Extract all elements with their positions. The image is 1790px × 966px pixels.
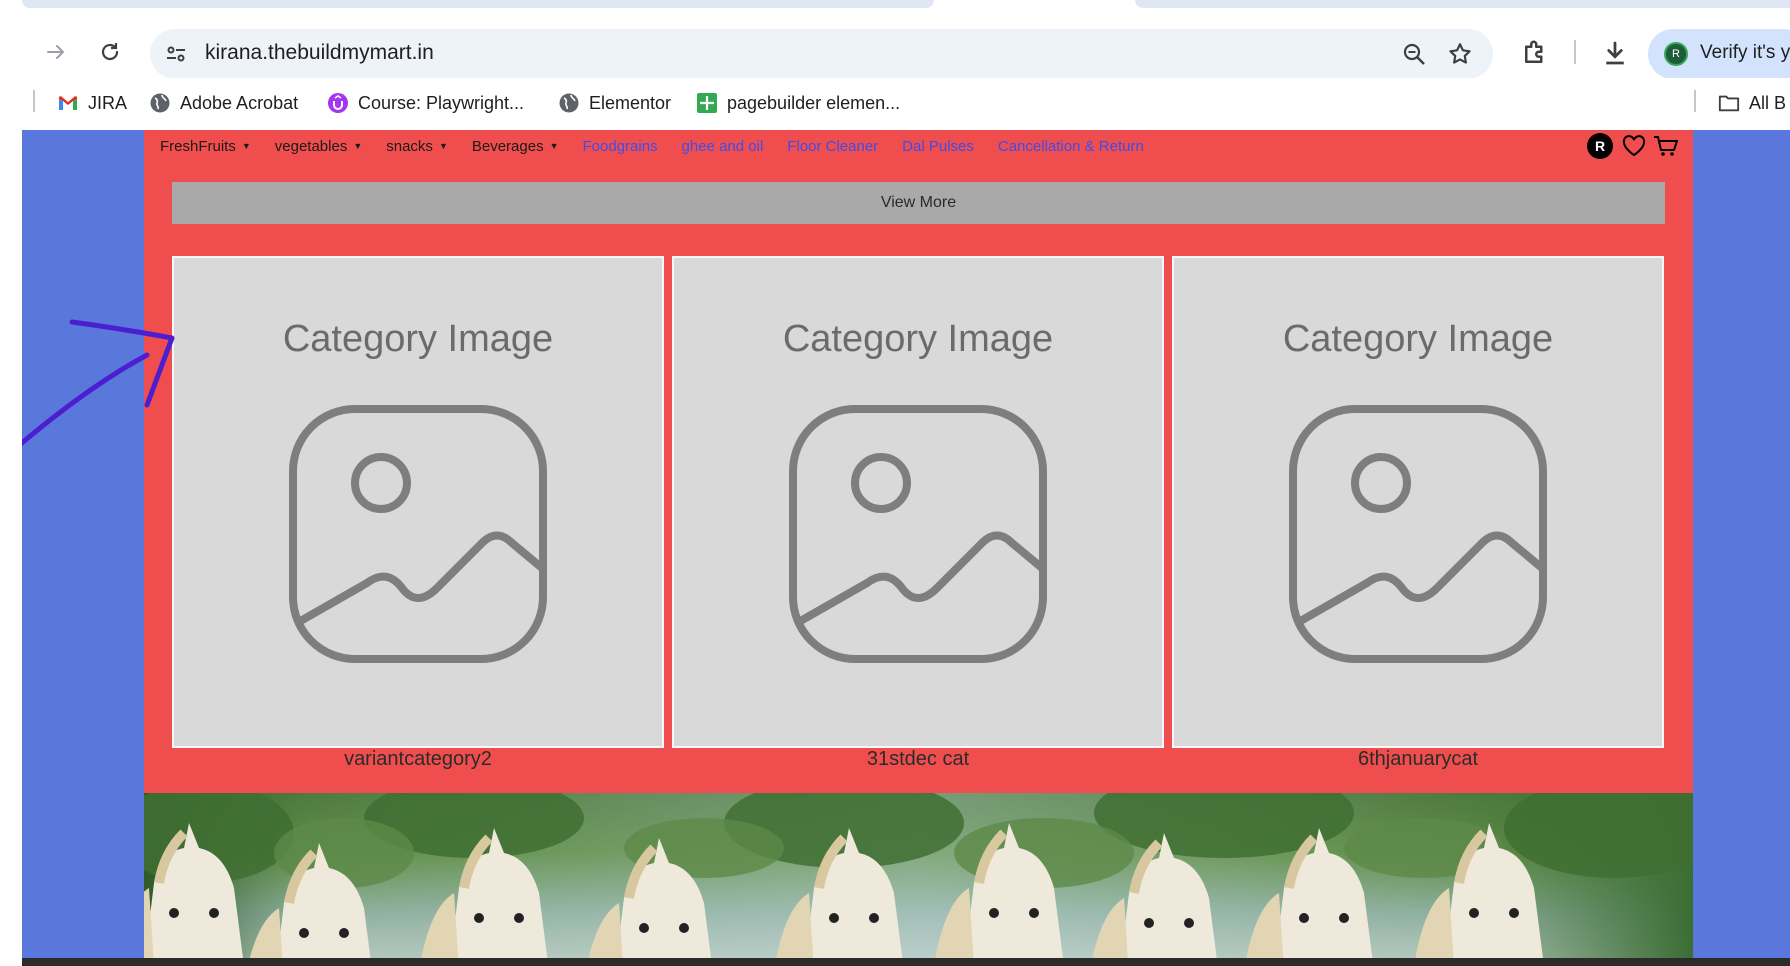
folder-icon [1718, 92, 1740, 114]
image-placeholder-icon [289, 405, 547, 663]
category-image-placeholder[interactable]: Category Image [172, 256, 664, 748]
header-icons: R [1587, 132, 1685, 160]
bookmark-label: JIRA [88, 92, 128, 113]
bookmark-jira[interactable]: JIRA [57, 88, 127, 118]
wishlist-heart-icon[interactable] [1621, 133, 1647, 159]
tab-strip [0, 0, 1790, 10]
category-name[interactable]: 31stdec cat [672, 748, 1164, 771]
category-name[interactable]: 6thjanuarycat [1172, 748, 1664, 771]
forward-icon[interactable] [42, 38, 70, 66]
placeholder-title: Category Image [1282, 318, 1554, 360]
address-bar[interactable]: kirana.thebuildmymart.in [150, 29, 1493, 79]
gmail-icon [57, 92, 79, 114]
menu-item-ghee-and-oil[interactable]: ghee and oil [682, 138, 764, 155]
placeholder-title: Category Image [282, 318, 554, 360]
bookmark-adobe-acrobat[interactable]: Adobe Acrobat [149, 88, 298, 118]
horses-illustration [144, 793, 1693, 966]
verify-label: Verify it's yo [1700, 42, 1790, 63]
category-image-placeholder[interactable]: Category Image [1172, 256, 1664, 748]
url-text[interactable]: kirana.thebuildmymart.in [205, 41, 434, 65]
placeholder-title: Category Image [782, 318, 1054, 360]
udemy-icon [327, 92, 349, 114]
menu-item-dal-pulses[interactable]: Dal Pulses [902, 138, 974, 155]
site-container: FreshFruits ▼ vegetables ▼ snacks ▼ Beverag… [144, 130, 1693, 966]
annotation-arrow [22, 319, 175, 447]
profile-avatar: R [1664, 42, 1688, 66]
view-more-button[interactable]: View More [172, 182, 1665, 224]
cart-icon[interactable] [1653, 133, 1679, 159]
page-bottom-bar [22, 958, 1790, 966]
site-info-icon[interactable] [164, 42, 188, 66]
bookmarks-divider [1694, 90, 1696, 112]
globe-icon [149, 92, 171, 114]
menu-item-label: snacks [386, 137, 433, 155]
bookmark-label: Course: Playwright... [358, 92, 525, 113]
category-image-placeholder[interactable]: Category Image [672, 256, 1164, 748]
caret-down-icon: ▼ [549, 141, 559, 151]
bookmark-label: Elementor [589, 92, 672, 113]
bookmark-star-icon[interactable] [1447, 41, 1473, 67]
extensions-icon[interactable] [1520, 38, 1550, 68]
menu-item-cancellation-return[interactable]: Cancellation & Return [998, 138, 1144, 155]
image-placeholder-icon [1289, 405, 1547, 663]
category-card[interactable]: Category Image 6thjanuarycat [1172, 256, 1664, 776]
profile-verify-button[interactable]: R Verify it's yo [1648, 29, 1790, 79]
user-avatar[interactable]: R [1587, 133, 1613, 159]
category-section: FreshFruits ▼ vegetables ▼ snacks ▼ Beverag… [144, 130, 1693, 793]
menu-item-label: FreshFruits [160, 137, 236, 155]
category-card[interactable]: Category Image 31stdec cat [672, 256, 1164, 776]
download-icon[interactable] [1600, 38, 1630, 68]
bookmark-pagebuilder[interactable]: pagebuilder elemen... [696, 88, 900, 118]
all-bookmarks-label: All B [1749, 92, 1787, 113]
menu-item-vegetables[interactable]: vegetables ▼ [275, 138, 362, 155]
browser-toolbar: kirana.thebuildmymart.in R Verify it's y… [0, 10, 1790, 79]
all-bookmarks-button[interactable]: All B [1718, 88, 1786, 118]
menu-item-label: Beverages [471, 137, 544, 155]
inactive-tab-right[interactable] [1135, 0, 1790, 8]
category-name[interactable]: variantcategory2 [172, 748, 664, 771]
toolbar-divider [1574, 40, 1576, 64]
caret-down-icon: ▼ [241, 141, 251, 151]
menu-item-beverages[interactable]: Beverages ▼ [472, 138, 559, 155]
hero-banner-image [144, 793, 1693, 966]
caret-down-icon: ▼ [438, 141, 448, 151]
bookmarks-divider [33, 90, 35, 112]
image-placeholder-icon [789, 405, 1047, 663]
menu-item-floor-cleaner[interactable]: Floor Cleaner [787, 138, 878, 155]
menu-item-freshfruits[interactable]: FreshFruits ▼ [160, 138, 251, 155]
globe-icon [558, 92, 580, 114]
bookmark-elementor[interactable]: Elementor [558, 88, 671, 118]
menu-item-foodgrains[interactable]: Foodgrains [583, 138, 658, 155]
category-grid: Category Image variantcategory2 Category… [172, 256, 1665, 776]
zoom-icon[interactable] [1401, 41, 1427, 67]
sheets-icon [696, 92, 718, 114]
caret-down-icon: ▼ [353, 141, 363, 151]
bookmark-label: Adobe Acrobat [180, 92, 299, 113]
menu-item-snacks[interactable]: snacks ▼ [386, 138, 448, 155]
bookmark-course-playwright[interactable]: Course: Playwright... [327, 88, 524, 118]
bookmarks-bar: JIRA Adobe Acrobat Course: Playwright...… [0, 78, 1790, 130]
page-viewport: FreshFruits ▼ vegetables ▼ snacks ▼ Beverag… [22, 130, 1790, 966]
main-menu: FreshFruits ▼ vegetables ▼ snacks ▼ Beverag… [160, 130, 1168, 162]
category-card[interactable]: Category Image variantcategory2 [172, 256, 664, 776]
bookmark-label: pagebuilder elemen... [727, 92, 901, 113]
reload-icon[interactable] [96, 38, 124, 66]
inactive-tab-left[interactable] [22, 0, 934, 8]
menu-item-label: vegetables [274, 137, 348, 155]
